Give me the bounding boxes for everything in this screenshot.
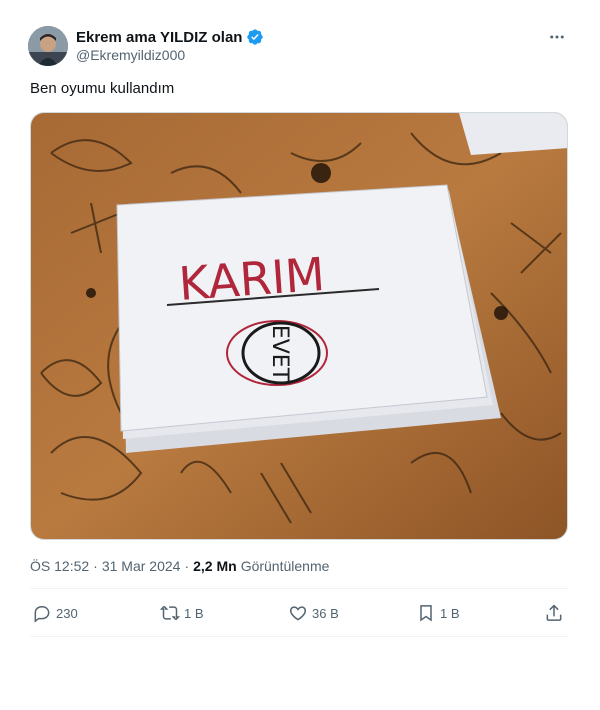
- avatar-image: [28, 26, 68, 66]
- bookmark-count: 1 B: [440, 605, 460, 621]
- stamp-word: EVET: [267, 325, 292, 382]
- author-display-name[interactable]: Ekrem ama YILDIZ olan: [76, 29, 242, 46]
- divider-top: [30, 588, 568, 589]
- bookmark-button[interactable]: 1 B: [416, 596, 460, 630]
- ballot-paper: [116, 184, 488, 432]
- tweet-meta: ÖS 12:52 · 31 Mar 2024 · 2,2 Mn Görüntül…: [30, 558, 329, 574]
- ballot-photo: KARIM EVET: [31, 113, 567, 539]
- reply-button[interactable]: 230: [32, 596, 78, 630]
- reply-count: 230: [56, 605, 78, 621]
- repost-icon: [160, 605, 180, 621]
- reply-icon: [34, 606, 50, 623]
- tweet-text: Ben oyumu kullandım: [30, 80, 175, 97]
- meta-sep-2: ·: [184, 558, 190, 574]
- repost-button[interactable]: 1 B: [160, 596, 204, 630]
- bookmark-icon: [420, 605, 432, 622]
- views-label: Görüntülenme: [240, 558, 330, 574]
- heart-icon: [289, 606, 307, 621]
- ballot-handwritten-word: KARIM: [177, 247, 326, 311]
- tweet-card: Ekrem ama YILDIZ olan @Ekremyildiz000 Be…: [0, 0, 600, 710]
- share-button[interactable]: [544, 596, 564, 630]
- like-button[interactable]: 36 B: [288, 596, 339, 630]
- more-horizontal-icon: [550, 35, 564, 39]
- repost-count: 1 B: [184, 605, 204, 621]
- views-count: 2,2 Mn: [193, 558, 237, 574]
- tweet-time[interactable]: ÖS 12:52: [30, 558, 89, 574]
- paper-corner: [459, 113, 567, 155]
- verified-badge-icon[interactable]: [246, 28, 264, 46]
- divider-bottom: [30, 636, 568, 637]
- action-bar: 230 1 B 36 B 1 B: [30, 596, 568, 630]
- tweet-date[interactable]: 31 Mar 2024: [102, 558, 181, 574]
- avatar[interactable]: [28, 26, 68, 66]
- more-options-button[interactable]: [546, 26, 568, 48]
- like-count: 36 B: [312, 605, 339, 621]
- tweet-photo[interactable]: KARIM EVET: [30, 112, 568, 540]
- share-icon: [546, 604, 562, 621]
- meta-sep-1: ·: [93, 558, 98, 574]
- author-handle[interactable]: @Ekremyildiz000: [76, 47, 185, 63]
- author-name-row: Ekrem ama YILDIZ olan: [76, 28, 264, 46]
